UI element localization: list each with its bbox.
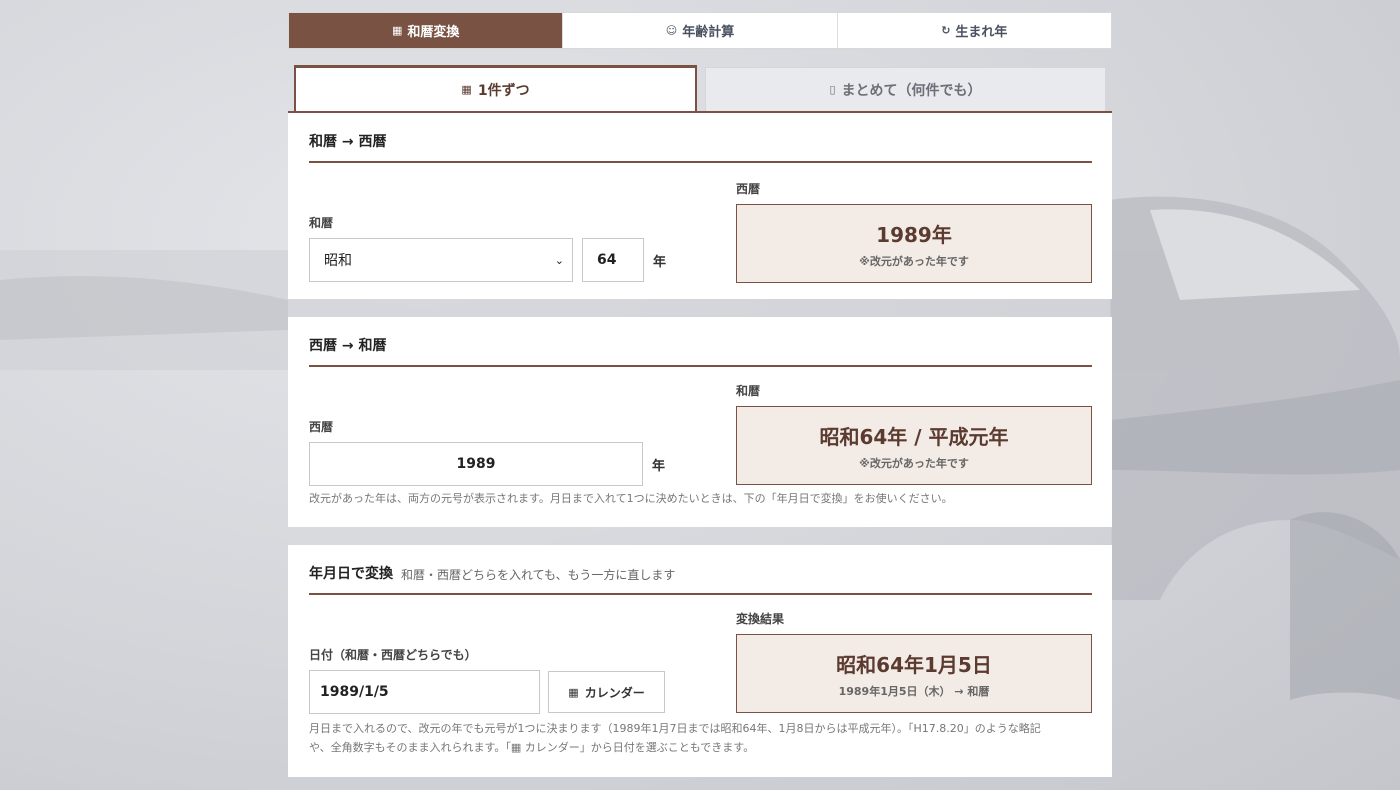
tab-age-calc[interactable]: ☺ 年齢計算 — [562, 13, 836, 48]
help-line: や、全角数字もそのまま入れられます。「▦ カレンダー」から日付を選ぶこともできま… — [309, 741, 755, 754]
calendar-icon: ▦ — [461, 83, 472, 96]
sub-tab-bar: ▦ 1件ずつ ▯ まとめて（何件でも） — [288, 65, 1112, 111]
calendar-icon: ▦ — [568, 685, 579, 699]
tab-wareki-convert[interactable]: ▦ 和暦変換 — [289, 13, 563, 48]
convert-result-box: 昭和64年1月5日 1989年1月5日（木） → 和暦 — [736, 634, 1092, 713]
section-title-text: 西暦 → 和暦 — [309, 338, 387, 354]
seireki-result-box: 1989年 ※改元があった年です — [736, 204, 1092, 283]
calendar-icon: ▦ — [391, 24, 403, 37]
clipboard-icon: ▯ — [829, 83, 836, 96]
wareki-year-input[interactable]: 64 — [582, 238, 644, 282]
section-title: 和暦 → 西暦 — [309, 113, 1092, 163]
subtab-label: 1件ずつ — [477, 82, 530, 99]
result-note: 1989年1月5日（木） → 和暦 — [838, 684, 990, 698]
wareki-result-box: 昭和64年 / 平成元年 ※改元があった年です — [736, 406, 1092, 485]
subtab-bulk[interactable]: ▯ まとめて（何件でも） — [705, 67, 1106, 111]
top-tab-bar: ▦ 和暦変換 ☺ 年齢計算 ↻ 生まれ年 — [288, 12, 1112, 49]
result-main: 1989年 — [876, 222, 952, 247]
help-text: 月日まで入れるので、改元の年でも元号が1つに決まります（1989年1月7日までは… — [309, 719, 1092, 757]
help-line: 月日まで入れるので、改元の年でも元号が1つに決まります（1989年1月7日までは… — [309, 722, 1041, 735]
era-select[interactable]: 昭和 ⌄ — [309, 238, 573, 282]
date-input[interactable]: 1989/1/5 — [309, 670, 540, 714]
section-title-text: 和暦 → 西暦 — [309, 134, 387, 150]
tab-birth-year[interactable]: ↻ 生まれ年 — [836, 13, 1111, 48]
converter-panel: ▦ 和暦変換 ☺ 年齢計算 ↻ 生まれ年 ▦ 1件ずつ ▯ まとめて（何件でも）… — [288, 12, 1112, 777]
result-main: 昭和64年 / 平成元年 — [819, 424, 1009, 449]
seireki-result-label: 西暦 — [736, 182, 761, 196]
seireki-label: 西暦 — [309, 420, 334, 434]
subtab-label: まとめて（何件でも） — [841, 82, 982, 99]
section-title-text: 年月日で変換 — [309, 566, 393, 582]
chevron-down-icon: ⌄ — [554, 253, 564, 267]
date-input-label: 日付（和暦・西暦どちらでも） — [309, 648, 477, 662]
calendar-button-label: カレンダー — [584, 685, 645, 700]
tab-label: 年齢計算 — [682, 25, 735, 40]
seireki-year-input[interactable]: 1989 — [309, 442, 643, 486]
era-select-value: 昭和 — [324, 253, 352, 269]
card-date-convert: 年月日で変換 和暦・西暦どちらを入れても、もう一方に直します 日付（和暦・西暦ど… — [288, 545, 1112, 777]
year-unit: 年 — [652, 458, 666, 474]
help-text: 改元があった年は、両方の元号が表示されます。月日まで入れて1つに決めたいときは、… — [309, 492, 953, 505]
result-note: ※改元があった年です — [859, 456, 969, 470]
wareki-label: 和暦 — [309, 216, 334, 230]
result-note: ※改元があった年です — [859, 254, 969, 268]
calendar-button[interactable]: ▦ カレンダー — [548, 671, 665, 713]
result-main: 昭和64年1月5日 — [836, 652, 992, 677]
convert-result-label: 変換結果 — [736, 612, 785, 626]
card-wareki-to-seireki: 和暦 → 西暦 和暦 昭和 ⌄ 64 年 西暦 1989年 ※改元があった年です — [288, 111, 1112, 299]
face-icon: ☺ — [665, 24, 678, 37]
wareki-result-label: 和暦 — [736, 384, 761, 398]
date-input-value: 1989/1/5 — [320, 684, 389, 700]
card-seireki-to-wareki: 西暦 → 和暦 西暦 1989 年 和暦 昭和64年 / 平成元年 ※改元があっ… — [288, 317, 1112, 527]
year-unit: 年 — [653, 254, 667, 270]
cycle-icon: ↻ — [941, 24, 951, 37]
wareki-year-value: 64 — [597, 252, 617, 268]
subtab-single[interactable]: ▦ 1件ずつ — [294, 65, 697, 111]
tab-label: 和暦変換 — [407, 25, 460, 40]
section-title: 年月日で変換 和暦・西暦どちらを入れても、もう一方に直します — [309, 545, 1092, 595]
section-subtitle: 和暦・西暦どちらを入れても、もう一方に直します — [401, 568, 676, 582]
section-title: 西暦 → 和暦 — [309, 317, 1092, 367]
seireki-year-value: 1989 — [456, 456, 496, 472]
tab-label: 生まれ年 — [955, 25, 1008, 40]
